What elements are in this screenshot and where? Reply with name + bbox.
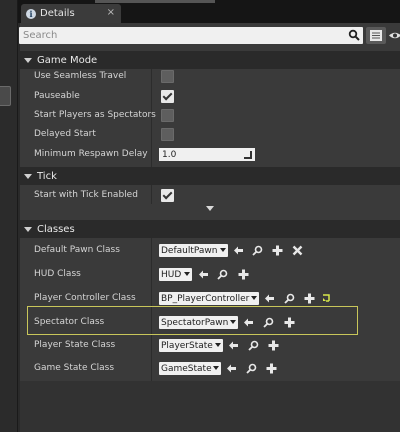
search-icon[interactable] [348,29,360,41]
row-start-players-as-spectators: Start Players as Spectators [20,105,400,125]
use-seamless-travel-checkbox[interactable] [161,70,174,83]
use-selected-arrow-icon[interactable] [228,340,239,351]
tab-details[interactable]: i Details × [21,4,121,23]
category-tick-title: Tick [37,170,57,182]
add-plus-icon[interactable] [304,293,315,304]
row-delayed-start: Delayed Start [20,124,400,144]
search-input[interactable] [19,27,343,44]
advanced-arrow-icon [206,206,214,211]
row-label: Start Players as Spectators [34,110,156,120]
eye-icon [389,32,400,39]
category-classes-title: Classes [37,223,75,235]
minimum-respawn-delay-value: 1.0 [162,149,177,160]
combo-value: GameState [161,363,212,374]
row-label: Delayed Start [34,129,96,139]
player-controller-class-combo[interactable]: BP_PlayerController [159,292,259,305]
left-panel-strip [0,0,18,432]
row-label: HUD Class [34,269,81,279]
row-default-pawn-class: Default Pawn Class DefaultPawn [20,239,400,261]
window-edge-strip [95,0,215,3]
browse-magnifier-icon[interactable] [217,269,228,280]
row-start-with-tick-enabled: Start with Tick Enabled [20,185,400,205]
browse-magnifier-icon[interactable] [246,363,257,374]
add-plus-icon[interactable] [268,340,279,351]
view-options-button[interactable] [389,27,400,44]
combo-value: DefaultPawn [161,245,218,256]
category-game-mode-title: Game Mode [37,54,98,66]
browse-magnifier-icon[interactable] [284,293,295,304]
tab-details-label: Details [40,8,75,19]
use-selected-arrow-icon[interactable] [226,363,237,374]
start-with-tick-enabled-checkbox[interactable] [161,189,174,202]
dropdown-arrow-icon [213,366,219,370]
dropdown-arrow-icon [184,272,190,276]
browse-to-asset-icon[interactable] [321,293,332,304]
details-panel: Game Mode Use Seamless Travel Pauseable … [18,23,400,432]
category-tick[interactable]: Tick [20,167,400,185]
collapsed-tab-handle[interactable] [0,86,11,106]
list-view-icon [370,30,382,41]
browse-magnifier-icon[interactable] [252,245,263,256]
expand-arrow-icon [24,226,32,232]
row-label: Game State Class [34,363,115,373]
clear-x-icon[interactable] [292,245,303,256]
game-state-class-combo[interactable]: GameState [159,362,221,375]
highlight-box [27,306,358,335]
row-label: Use Seamless Travel [34,71,127,81]
use-selected-arrow-icon[interactable] [264,293,275,304]
row-label: Start with Tick Enabled [34,190,138,200]
dropdown-arrow-icon [215,343,221,347]
search-row [18,26,400,46]
row-use-seamless-travel: Use Seamless Travel [20,66,400,86]
add-plus-icon[interactable] [238,269,249,280]
default-pawn-class-combo[interactable]: DefaultPawn [159,244,228,257]
row-minimum-respawn-delay: Minimum Respawn Delay 1.0 [20,144,400,164]
row-label: Player State Class [34,340,116,350]
row-label: Player Controller Class [34,293,136,303]
add-plus-icon[interactable] [272,245,283,256]
expand-arrow-icon [24,173,32,179]
list-view-button[interactable] [366,27,386,44]
combo-value: BP_PlayerController [161,293,250,304]
row-label: Pauseable [34,91,80,101]
category-classes[interactable]: Classes [20,220,400,238]
minimum-respawn-delay-input[interactable]: 1.0 [159,148,255,161]
player-state-class-combo[interactable]: PlayerState [159,339,223,352]
row-label: Default Pawn Class [34,245,120,255]
row-player-state-class: Player State Class PlayerState [20,334,400,356]
pauseable-checkbox[interactable] [161,90,174,103]
dropdown-arrow-icon [220,248,226,252]
show-advanced-button[interactable] [20,204,400,214]
combo-value: HUD [161,269,182,280]
tab-bar: i Details × [18,0,400,23]
expand-arrow-icon [24,57,32,63]
close-tab-icon[interactable]: × [107,7,115,18]
browse-magnifier-icon[interactable] [248,340,259,351]
dropdown-arrow-icon [251,296,257,300]
search-box[interactable] [19,27,363,44]
info-icon: i [26,8,36,19]
row-label: Minimum Respawn Delay [34,149,148,159]
use-selected-arrow-icon[interactable] [198,269,209,280]
hud-class-combo[interactable]: HUD [159,268,192,281]
add-plus-icon[interactable] [266,363,277,374]
delayed-start-checkbox[interactable] [161,128,174,141]
use-selected-arrow-icon[interactable] [233,245,244,256]
row-pauseable: Pauseable [20,86,400,106]
drag-handle-icon[interactable] [244,151,252,159]
start-players-as-spectators-checkbox[interactable] [161,109,174,122]
empty-panel-area [20,381,400,432]
row-hud-class: HUD Class HUD [20,263,400,285]
combo-value: PlayerState [161,340,213,351]
row-game-state-class: Game State Class GameState [20,357,400,379]
